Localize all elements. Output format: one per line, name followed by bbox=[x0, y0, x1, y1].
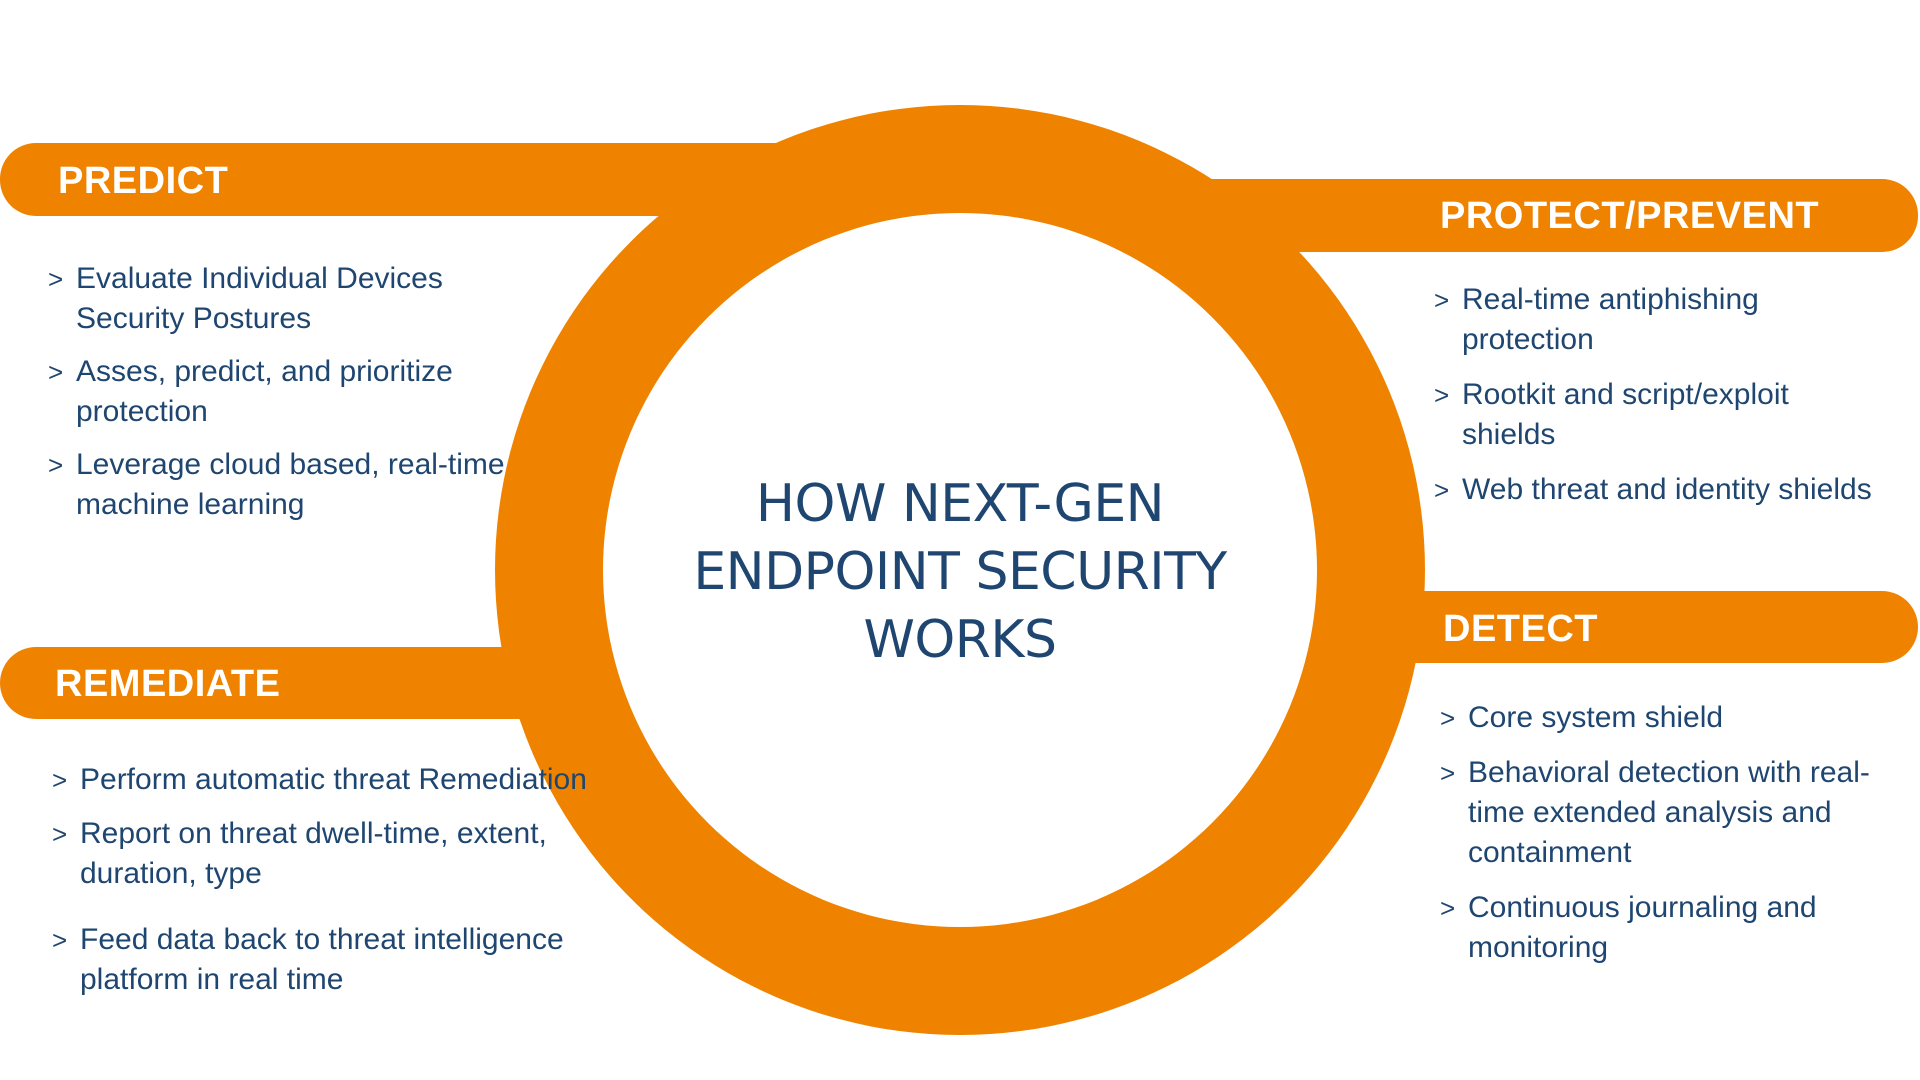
list-item-text: Evaluate Individual Devices Security Pos… bbox=[76, 262, 443, 335]
list-item: > Continuous journaling and monitoring bbox=[1440, 888, 1900, 968]
list-item-text: Feed data back to threat intelligence pl… bbox=[80, 923, 564, 996]
remediate-title: REMEDIATE bbox=[55, 663, 281, 705]
list-item: > Leverage cloud based, real-time machin… bbox=[48, 445, 518, 525]
predict-title: PREDICT bbox=[58, 160, 229, 202]
chevron-right-icon: > bbox=[52, 819, 68, 849]
detect-list: > Core system shield > Behavioral detect… bbox=[1440, 698, 1900, 983]
list-item-text: Real-time antiphishing protection bbox=[1462, 283, 1759, 356]
protect-prevent-title: PROTECT/PREVENT bbox=[1440, 195, 1820, 237]
protect-prevent-list: > Real-time antiphishing protection > Ro… bbox=[1434, 280, 1884, 525]
list-item-text: Continuous journaling and monitoring bbox=[1468, 891, 1817, 964]
list-item: > Behavioral detection with real-time ex… bbox=[1440, 753, 1900, 873]
list-item: > Report on threat dwell-time, extent, d… bbox=[52, 814, 592, 894]
chevron-right-icon: > bbox=[48, 357, 64, 387]
chevron-right-icon: > bbox=[48, 264, 64, 294]
list-item: > Feed data back to threat intelligence … bbox=[52, 920, 592, 1000]
list-item-text: Core system shield bbox=[1468, 701, 1724, 734]
list-item: > Asses, predict, and prioritize protect… bbox=[48, 352, 518, 432]
list-item: > Rootkit and script/exploit shields bbox=[1434, 375, 1884, 455]
diagram-title: HOW NEXT-GEN ENDPOINT SECURITY WORKS bbox=[660, 470, 1260, 674]
chevron-right-icon: > bbox=[1434, 475, 1450, 505]
list-item-text: Leverage cloud based, real-time machine … bbox=[76, 448, 505, 521]
list-item: > Core system shield bbox=[1440, 698, 1900, 738]
list-item-text: Rootkit and script/exploit shields bbox=[1462, 378, 1789, 451]
chevron-right-icon: > bbox=[52, 925, 68, 955]
list-item-text: Behavioral detection with real-time exte… bbox=[1468, 756, 1870, 869]
chevron-right-icon: > bbox=[52, 765, 68, 795]
chevron-right-icon: > bbox=[1440, 893, 1456, 923]
detect-title: DETECT bbox=[1443, 608, 1598, 650]
remediate-list: > Perform automatic threat Remediation >… bbox=[52, 760, 592, 1014]
chevron-right-icon: > bbox=[1434, 285, 1450, 315]
list-item: > Perform automatic threat Remediation bbox=[52, 760, 592, 800]
list-item-text: Report on threat dwell-time, extent, dur… bbox=[80, 817, 547, 890]
title-line: ENDPOINT SECURITY bbox=[693, 542, 1227, 602]
list-item: > Real-time antiphishing protection bbox=[1434, 280, 1884, 360]
title-line: HOW NEXT-GEN bbox=[755, 474, 1165, 534]
chevron-right-icon: > bbox=[1434, 380, 1450, 410]
list-item-text: Asses, predict, and prioritize protectio… bbox=[76, 355, 453, 428]
list-item: > Web threat and identity shields bbox=[1434, 470, 1884, 510]
list-item-text: Web threat and identity shields bbox=[1462, 473, 1872, 506]
chevron-right-icon: > bbox=[1440, 703, 1456, 733]
title-line: WORKS bbox=[863, 610, 1057, 670]
list-item-text: Perform automatic threat Remediation bbox=[80, 763, 587, 796]
list-item: > Evaluate Individual Devices Security P… bbox=[48, 259, 518, 339]
predict-list: > Evaluate Individual Devices Security P… bbox=[48, 259, 518, 538]
chevron-right-icon: > bbox=[48, 450, 64, 480]
chevron-right-icon: > bbox=[1440, 758, 1456, 788]
